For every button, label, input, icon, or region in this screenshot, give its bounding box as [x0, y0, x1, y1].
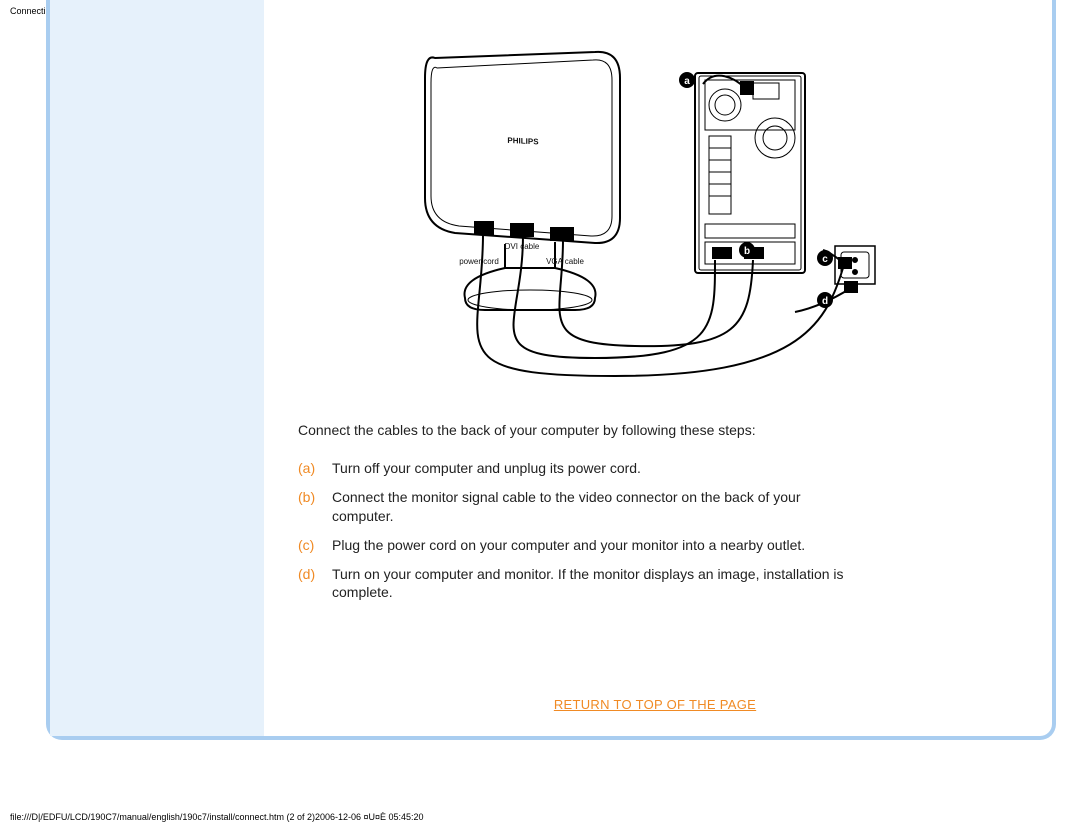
step-text: Plug the power cord on your computer and… [332, 531, 852, 560]
brand-text: PHILIPS [507, 136, 539, 147]
main-content: PHILIPS DVI cable power cord VGA cable [264, 0, 1052, 736]
badge-c: c [817, 250, 833, 266]
svg-text:d: d [822, 296, 828, 307]
svg-text:b: b [744, 246, 750, 257]
svg-text:a: a [684, 76, 690, 87]
intro-text: Connect the cables to the back of your c… [298, 422, 1012, 438]
badge-b: b [739, 242, 755, 258]
step-row: (b)Connect the monitor signal cable to t… [298, 483, 852, 531]
svg-text:power cord: power cord [459, 257, 499, 266]
step-text: Turn on your computer and monitor. If th… [332, 560, 852, 608]
badge-a: a [679, 72, 695, 88]
step-row: (c)Plug the power cord on your computer … [298, 531, 852, 560]
return-to-top-link[interactable]: RETURN TO TOP OF THE PAGE [298, 697, 1012, 712]
svg-text:VGA cable: VGA cable [546, 257, 584, 266]
doc-footer-path: file:///D|/EDFU/LCD/190C7/manual/english… [10, 812, 424, 822]
svg-text:c: c [822, 254, 828, 265]
badge-d: d [817, 292, 833, 308]
step-bullet: (a) [298, 454, 332, 483]
connection-diagram: PHILIPS DVI cable power cord VGA cable [415, 28, 895, 388]
step-text: Connect the monitor signal cable to the … [332, 483, 852, 531]
sidebar [50, 0, 264, 736]
content-panel: PHILIPS DVI cable power cord VGA cable [46, 0, 1056, 740]
step-bullet: (b) [298, 483, 332, 531]
step-bullet: (c) [298, 531, 332, 560]
step-row: (d)Turn on your computer and monitor. If… [298, 560, 852, 608]
steps-table: (a)Turn off your computer and unplug its… [298, 454, 852, 607]
step-row: (a)Turn off your computer and unplug its… [298, 454, 852, 483]
step-bullet: (d) [298, 560, 332, 608]
step-text: Turn off your computer and unplug its po… [332, 454, 852, 483]
